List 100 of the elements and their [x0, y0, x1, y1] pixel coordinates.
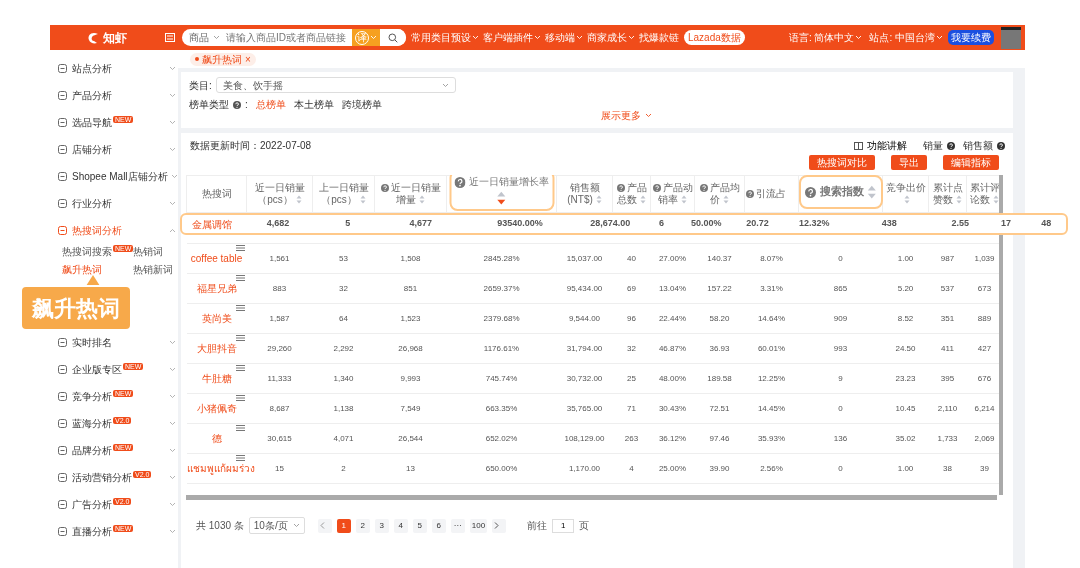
page-button[interactable]: 6	[431, 518, 446, 533]
table-cell: 30,615	[267, 433, 292, 443]
sidebar-item[interactable]: 热搜词分析	[50, 217, 178, 244]
submenu-item[interactable]: 飙升热词	[62, 262, 134, 277]
page-button[interactable]: 4	[393, 518, 408, 533]
sort-icon[interactable]	[681, 195, 687, 204]
table-cell: 9,544.00	[568, 313, 601, 323]
table-cell: 30.43%	[658, 403, 687, 413]
table-cell: 31,794.00	[566, 343, 603, 353]
category-select[interactable]: 美食、饮手摇	[215, 77, 456, 93]
rank-type-option[interactable]: 总榜单	[251, 97, 290, 112]
submenu-item[interactable]: 热销词	[133, 244, 176, 259]
action-button[interactable]: 编辑指标	[943, 155, 999, 170]
sort-icon[interactable]	[956, 195, 962, 204]
table-cell: 2,110	[937, 403, 958, 413]
column-header[interactable]: 近一日销量增长率	[449, 175, 554, 211]
table-cell: 46.87%	[658, 343, 687, 353]
guide-link[interactable]: 功能讲解	[854, 140, 907, 152]
action-button[interactable]: 导出	[891, 155, 927, 170]
keyword-link[interactable]: 德	[211, 433, 222, 444]
keyword-link[interactable]: coffee table	[190, 253, 243, 264]
menu-icon[interactable]	[165, 33, 175, 42]
table-cell: 1176.61%	[483, 343, 520, 353]
nav-menu[interactable]: 语言: 简体中文	[786, 30, 865, 45]
chevron-left-icon	[319, 522, 325, 529]
show-more-link[interactable]: 展示更多	[601, 108, 652, 123]
table-cell: 1,587	[269, 313, 290, 323]
drag-handle-icon[interactable]	[235, 305, 245, 311]
drag-handle-icon[interactable]	[235, 275, 245, 281]
table-cell: 35.02	[895, 433, 916, 443]
sidebar-item[interactable]: 店铺分析	[50, 136, 178, 163]
sidebar-item[interactable]: 站点分析	[50, 55, 178, 82]
sort-icon[interactable]	[419, 195, 425, 204]
drag-handle-icon[interactable]	[235, 425, 245, 431]
table-cell: 663.35%	[485, 403, 518, 413]
sidebar-item[interactable]: Shopee Mall店铺分析	[50, 163, 178, 190]
nav-menu[interactable]: 站点: 中国台湾	[867, 30, 945, 45]
table-cell: 25.00%	[658, 463, 687, 473]
table-cell: 13.04%	[658, 283, 687, 293]
page-button[interactable]: 3	[374, 518, 389, 533]
sort-icon[interactable]	[640, 195, 646, 204]
rank-type-option[interactable]: 本土榜单	[289, 97, 338, 112]
page-button[interactable]: 2	[355, 518, 370, 533]
menu-item-icon	[58, 446, 67, 455]
sort-icon[interactable]	[595, 195, 602, 204]
table-cell: 4,071	[333, 433, 354, 443]
drag-handle-icon[interactable]	[235, 365, 245, 371]
keyword-link[interactable]: 金属调馆	[182, 216, 242, 232]
submenu-item[interactable]: 热销新词	[133, 262, 176, 277]
table-cell: 136	[833, 433, 848, 443]
avatar[interactable]	[1001, 26, 1021, 49]
table-cell: 8.07%	[760, 253, 783, 263]
page-button[interactable]: 5	[412, 518, 427, 533]
page-size-select[interactable]: 10条/页	[248, 517, 305, 534]
sort-icon[interactable]	[359, 195, 366, 204]
sort-icon[interactable]	[295, 195, 302, 204]
prev-page-button[interactable]	[317, 518, 332, 533]
search-bar[interactable]: 商品 请输入商品ID或者商品链接 译	[182, 29, 406, 46]
keyword-link[interactable]: 大胆抖音	[196, 343, 237, 354]
keyword-link[interactable]: 小猪佩奇	[196, 403, 237, 414]
total-count: 共 1030 条	[196, 519, 244, 533]
sort-icon[interactable]	[496, 191, 507, 205]
page-button[interactable]: 1	[336, 518, 351, 533]
nav-menu[interactable]: 常用类目预设	[409, 30, 481, 45]
drag-handle-icon[interactable]	[235, 395, 245, 401]
nav-menu[interactable]: 移动端	[543, 30, 585, 45]
keyword-link[interactable]: แชมพูแก้ผมร่วง	[186, 463, 255, 474]
sort-icon[interactable]	[993, 195, 999, 204]
sidebar-item[interactable]: 行业分析	[50, 190, 178, 217]
sidebar-item[interactable]: 实时排名	[50, 329, 178, 356]
goto-suffix: 页	[579, 519, 590, 533]
page-tab[interactable]: 飙升热词 ×	[190, 52, 256, 66]
page-button[interactable]: 100	[469, 518, 488, 533]
drag-handle-icon[interactable]	[235, 335, 245, 341]
sort-icon[interactable]	[904, 195, 910, 204]
sort-icon[interactable]	[723, 195, 729, 204]
nav-menu[interactable]: 找爆款链	[637, 30, 681, 45]
next-page-button[interactable]	[492, 518, 507, 533]
keyword-link[interactable]: 牛肚糖	[201, 373, 232, 384]
drag-handle-icon[interactable]	[235, 455, 245, 461]
sidebar-item[interactable]: 产品分析	[50, 82, 178, 109]
sort-icon[interactable]	[866, 185, 877, 199]
search-scope-select[interactable]: 商品	[182, 30, 224, 45]
table-cell: 1.00	[897, 463, 914, 473]
keyword-link[interactable]: 英尚美	[201, 313, 232, 324]
table-cell: 7,549	[400, 403, 421, 413]
column-header[interactable]: 搜索指数	[798, 175, 883, 209]
lazada-button[interactable]: Lazada数据	[684, 30, 745, 45]
nav-menu[interactable]: 商家成长	[585, 30, 637, 45]
page-button[interactable]: ···	[450, 518, 465, 533]
table-cell: 1,039	[974, 253, 995, 263]
table-cell: 2.56%	[760, 463, 783, 473]
action-button[interactable]: 热搜词对比	[809, 155, 875, 170]
drag-handle-icon[interactable]	[235, 245, 245, 251]
renew-button[interactable]: 我要续费	[948, 30, 994, 45]
nav-menu[interactable]: 客户端插件	[481, 30, 543, 45]
scrollbar[interactable]	[186, 495, 997, 500]
page-input[interactable]: 1	[552, 518, 575, 533]
rank-type-option[interactable]: 跨境榜单	[337, 97, 386, 112]
keyword-link[interactable]: 福星兄弟	[196, 283, 237, 294]
